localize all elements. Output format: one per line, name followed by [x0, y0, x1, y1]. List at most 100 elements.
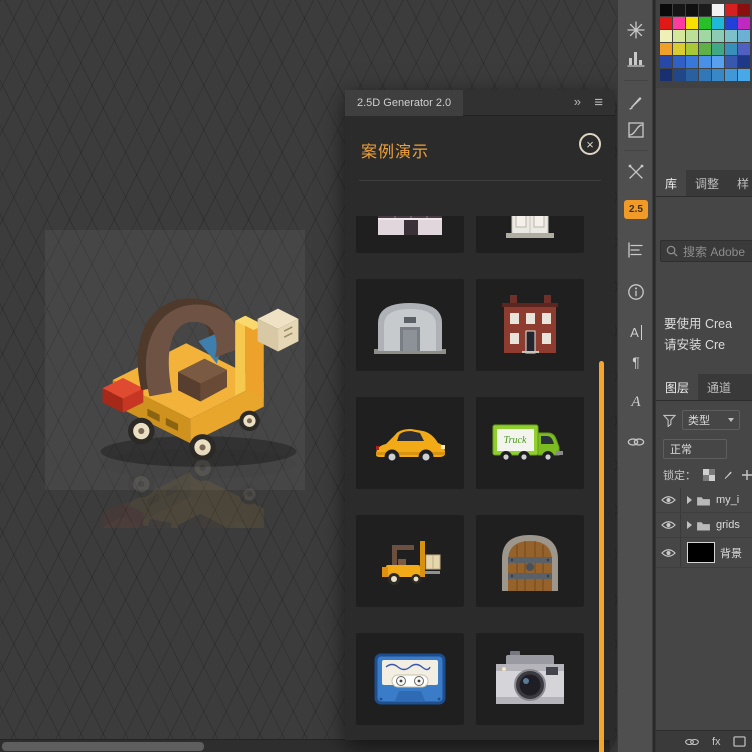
color-swatch[interactable] — [738, 43, 750, 55]
swatch-grid — [656, 0, 752, 85]
color-swatch[interactable] — [725, 56, 737, 68]
expand-arrow-icon[interactable] — [687, 521, 692, 529]
color-swatch[interactable] — [686, 30, 698, 42]
expand-arrow-icon[interactable] — [687, 496, 692, 504]
align-panel-button[interactable] — [626, 240, 646, 260]
color-swatch[interactable] — [725, 4, 737, 16]
layer-row-group-1[interactable]: my_i — [656, 488, 752, 513]
glyphs-panel-button[interactable]: A — [626, 392, 646, 412]
color-swatch[interactable] — [712, 30, 724, 42]
example-tile-warehouse[interactable] — [356, 279, 464, 371]
curves-panel-button[interactable] — [626, 120, 646, 140]
example-tile-forklift[interactable] — [356, 515, 464, 607]
character-panel-button[interactable]: A — [626, 322, 646, 342]
color-swatch[interactable] — [686, 69, 698, 81]
tab-layers[interactable]: 图层 — [656, 374, 698, 400]
color-swatch[interactable] — [712, 17, 724, 29]
paragraph-panel-button[interactable]: ¶ — [626, 352, 646, 372]
folder-icon — [696, 495, 711, 506]
color-swatch[interactable] — [699, 69, 711, 81]
histogram-panel-button[interactable] — [626, 48, 646, 68]
crossed-tools-panel-button[interactable] — [626, 162, 646, 182]
color-swatch[interactable] — [673, 43, 685, 55]
visibility-toggle[interactable] — [656, 513, 681, 537]
new-layer-icon[interactable] — [733, 736, 746, 747]
color-swatch[interactable] — [699, 17, 711, 29]
color-swatch[interactable] — [712, 4, 724, 16]
example-tile-white-door[interactable] — [476, 216, 584, 253]
color-swatch[interactable] — [712, 43, 724, 55]
visibility-toggle[interactable] — [656, 538, 681, 567]
panel-menu-icon[interactable]: ≡ — [594, 94, 603, 111]
example-tile-green-truck[interactable]: Truck — [476, 397, 584, 489]
color-swatch[interactable] — [660, 69, 672, 81]
close-button[interactable]: × — [579, 133, 601, 155]
color-swatch[interactable] — [660, 30, 672, 42]
brush-panel-button[interactable] — [626, 92, 646, 112]
camera-icon — [488, 647, 572, 711]
color-swatch[interactable] — [738, 69, 750, 81]
color-swatch[interactable] — [725, 17, 737, 29]
example-tile-storefront[interactable] — [356, 216, 464, 253]
color-swatch[interactable] — [712, 56, 724, 68]
tab-channels[interactable]: 通道 — [698, 374, 740, 400]
color-swatch[interactable] — [673, 30, 685, 42]
color-swatch[interactable] — [686, 56, 698, 68]
color-swatch[interactable] — [725, 30, 737, 42]
plugin-scrollbar[interactable] — [599, 361, 604, 752]
example-tile-camera[interactable] — [476, 633, 584, 725]
lock-position-icon[interactable] — [741, 469, 752, 481]
link-layers-icon[interactable] — [684, 737, 700, 747]
tab-styles[interactable]: 样 — [728, 170, 752, 196]
layer-row-group-2[interactable]: grids — [656, 513, 752, 538]
color-swatch[interactable] — [660, 56, 672, 68]
library-search-field[interactable]: 搜索 Adobe — [660, 240, 752, 262]
color-swatch[interactable] — [660, 43, 672, 55]
color-swatch[interactable] — [673, 4, 685, 16]
blend-mode-dropdown[interactable]: 正常 — [663, 439, 727, 459]
color-swatch[interactable] — [699, 43, 711, 55]
example-tile-cassette[interactable] — [356, 633, 464, 725]
layer-row-background[interactable]: 背景 — [656, 538, 752, 568]
tab-adjustments[interactable]: 调整 — [686, 170, 728, 196]
color-swatch[interactable] — [660, 17, 672, 29]
horizontal-scrollbar-handle[interactable] — [2, 742, 204, 751]
color-swatch[interactable] — [738, 17, 750, 29]
tab-libraries[interactable]: 库 — [656, 170, 686, 196]
color-swatch[interactable] — [738, 4, 750, 16]
color-swatch[interactable] — [725, 69, 737, 81]
warehouse-icon — [368, 293, 452, 357]
color-swatch[interactable] — [738, 56, 750, 68]
color-swatch[interactable] — [712, 69, 724, 81]
lock-transparency-icon[interactable] — [703, 469, 715, 481]
color-swatch[interactable] — [673, 69, 685, 81]
kind-filter-dropdown[interactable]: 类型 — [682, 410, 740, 430]
color-swatch[interactable] — [686, 4, 698, 16]
truck-icon: Truck — [488, 411, 572, 475]
sparkle-panel-button[interactable] — [626, 20, 646, 40]
example-tile-wooden-gate[interactable] — [476, 515, 584, 607]
color-swatch[interactable] — [699, 56, 711, 68]
link-panel-button[interactable] — [626, 432, 646, 452]
info-panel-button[interactable] — [626, 282, 646, 302]
color-swatch[interactable] — [673, 56, 685, 68]
cc-notice-line1: 要使用 Crea — [664, 314, 752, 335]
color-swatch[interactable] — [725, 43, 737, 55]
color-swatch[interactable] — [686, 17, 698, 29]
color-swatch[interactable] — [699, 4, 711, 16]
examples-scroll-area[interactable]: Truck — [352, 216, 600, 752]
cc-notice: 要使用 Crea 请安装 Cre — [664, 314, 752, 356]
lock-pixels-icon[interactable] — [722, 469, 734, 481]
color-swatch[interactable] — [673, 17, 685, 29]
color-swatch[interactable] — [699, 30, 711, 42]
25d-plugin-badge[interactable]: 2.5 — [624, 200, 648, 219]
color-swatch[interactable] — [738, 30, 750, 42]
plugin-tab[interactable]: 2.5D Generator 2.0 — [345, 90, 463, 116]
layer-effects-button[interactable]: fx — [712, 736, 721, 748]
color-swatch[interactable] — [660, 4, 672, 16]
visibility-toggle[interactable] — [656, 488, 681, 512]
example-tile-yellow-car[interactable] — [356, 397, 464, 489]
example-tile-brick-house[interactable] — [476, 279, 584, 371]
collapse-panel-icon[interactable]: » — [574, 94, 581, 109]
color-swatch[interactable] — [686, 43, 698, 55]
